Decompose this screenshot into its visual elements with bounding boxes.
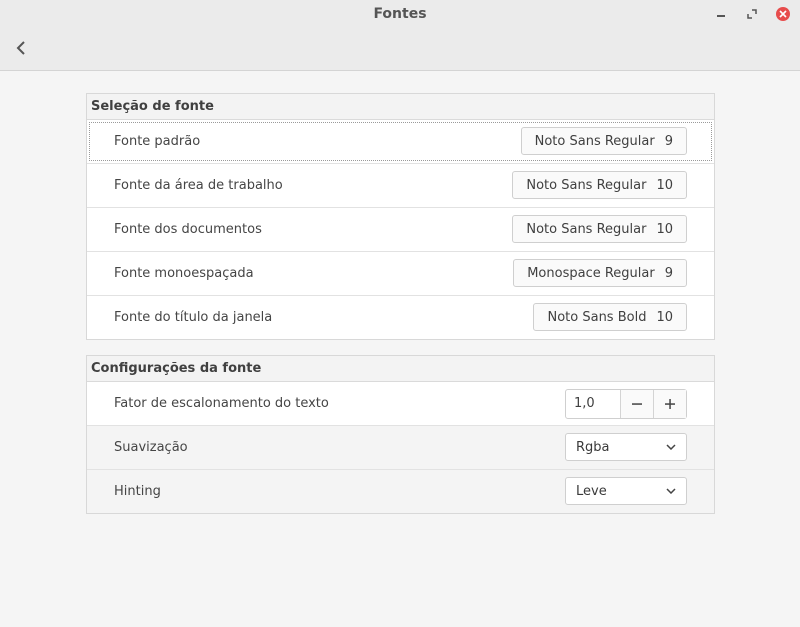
font-config-section: Configurações da fonte Fator de escalona… (86, 355, 715, 514)
row-label: Fonte do título da janela (114, 310, 273, 325)
row-label: Fonte dos documentos (114, 222, 262, 237)
monospace-font-button[interactable]: Monospace Regular 9 (513, 259, 687, 287)
row-label: Fonte padrão (114, 134, 201, 149)
default-font-row[interactable]: Fonte padrão Noto Sans Regular 9 (87, 120, 714, 164)
text-scale-spinbutton[interactable]: 1,0 (565, 389, 687, 419)
default-font-button[interactable]: Noto Sans Regular 9 (520, 127, 687, 155)
documents-font-row[interactable]: Fonte dos documentos Noto Sans Regular 1… (87, 208, 714, 252)
dropdown-value: Leve (576, 483, 607, 499)
maximize-icon (747, 9, 757, 19)
row-label: Fonte da área de trabalho (114, 178, 283, 193)
documents-font-button[interactable]: Noto Sans Regular 10 (512, 215, 687, 243)
font-selection-section: Seleção de fonte Fonte padrão Noto Sans … (86, 93, 715, 340)
increase-button[interactable] (653, 390, 686, 418)
monospace-font-row[interactable]: Fonte monoespaçada Monospace Regular 9 (87, 252, 714, 296)
chevron-down-icon (666, 488, 676, 494)
back-button[interactable] (10, 37, 32, 59)
antialiasing-dropdown[interactable]: Rgba (565, 433, 687, 461)
row-label: Suavização (114, 440, 188, 455)
hinting-row: Hinting Leve (87, 470, 714, 513)
chevron-down-icon (666, 444, 676, 450)
window-title-font-row[interactable]: Fonte do título da janela Noto Sans Bold… (87, 296, 714, 339)
section-title: Seleção de fonte (87, 94, 714, 120)
desktop-font-button[interactable]: Noto Sans Regular 10 (512, 171, 687, 199)
close-icon (779, 10, 787, 18)
row-label: Fonte monoespaçada (114, 266, 254, 281)
section-title: Configurações da fonte (87, 356, 714, 382)
dropdown-value: Rgba (576, 439, 610, 455)
header-bar: Fontes (0, 0, 800, 71)
text-scale-value[interactable]: 1,0 (566, 390, 620, 418)
close-button[interactable] (774, 5, 792, 23)
row-label: Hinting (114, 484, 161, 499)
minus-icon (632, 403, 642, 405)
back-arrow-icon (16, 41, 25, 55)
hinting-dropdown[interactable]: Leve (565, 477, 687, 505)
minimize-button[interactable] (712, 5, 730, 23)
window-title-font-button[interactable]: Noto Sans Bold 10 (533, 303, 687, 331)
row-label: Fator de escalonamento do texto (114, 396, 329, 411)
plus-icon (665, 399, 675, 409)
window-title: Fontes (373, 6, 427, 22)
text-scale-row: Fator de escalonamento do texto 1,0 (87, 382, 714, 426)
minimize-icon (717, 15, 725, 17)
desktop-font-row[interactable]: Fonte da área de trabalho Noto Sans Regu… (87, 164, 714, 208)
decrease-button[interactable] (620, 390, 653, 418)
antialiasing-row: Suavização Rgba (87, 426, 714, 470)
maximize-button[interactable] (743, 5, 761, 23)
